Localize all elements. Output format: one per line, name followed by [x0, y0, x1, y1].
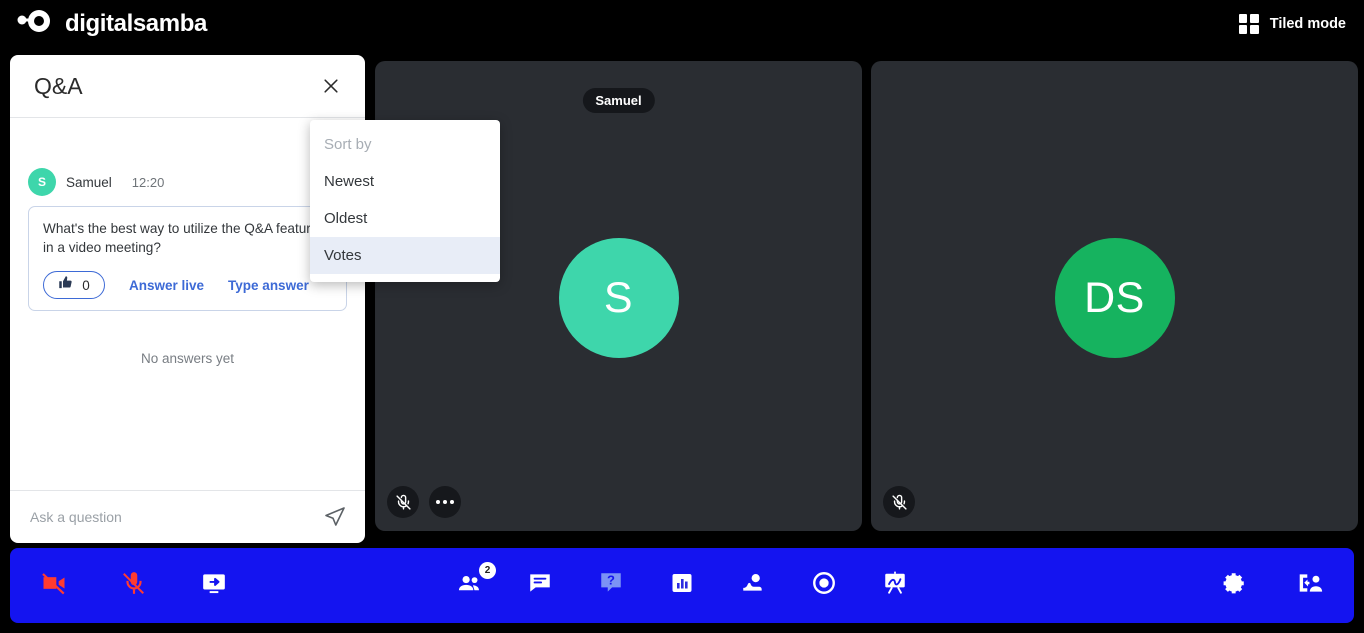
- qa-button[interactable]: ?: [593, 568, 629, 604]
- chat-icon: [527, 570, 553, 601]
- mic-off-icon: [121, 570, 147, 601]
- polls-button[interactable]: [664, 568, 700, 604]
- send-icon[interactable]: [323, 505, 347, 529]
- brand: digitalsamba: [0, 9, 207, 40]
- close-icon[interactable]: [318, 73, 344, 99]
- ask-question-input[interactable]: [28, 508, 323, 526]
- vote-count: 0: [82, 277, 90, 293]
- leave-meeting-icon: [1297, 570, 1323, 601]
- tile-name-badge: Samuel: [582, 88, 655, 113]
- gear-icon: [1221, 570, 1247, 601]
- mic-off-icon[interactable]: [883, 486, 915, 518]
- participants-count-badge: 2: [479, 561, 496, 579]
- qa-question-actions: 0 Answer live Type answer: [43, 271, 332, 299]
- question-bubble-icon: ?: [598, 570, 624, 601]
- participants-icon: [456, 570, 483, 602]
- type-answer-link[interactable]: Type answer: [228, 278, 309, 293]
- bottom-toolbar: 2 ?: [10, 548, 1354, 623]
- tile-controls: [387, 486, 461, 518]
- video-tile-ds[interactable]: DS: [871, 61, 1358, 531]
- qa-question-text: What's the best way to utilize the Q&A f…: [43, 221, 319, 255]
- sort-by-label: Sort by: [324, 136, 372, 153]
- qa-panel-title: Q&A: [34, 72, 83, 99]
- poll-chart-icon: [670, 571, 694, 600]
- record-icon: [811, 570, 837, 601]
- mic-off-icon[interactable]: [387, 486, 419, 518]
- svg-text:?: ?: [607, 573, 615, 588]
- top-bar: digitalsamba Tiled mode: [0, 0, 1364, 48]
- qa-timestamp: 12:20: [131, 174, 165, 190]
- meeting-app: digitalsamba Tiled mode Samuel S DS Q&A …: [0, 0, 1364, 633]
- raise-hand-button[interactable]: [735, 568, 771, 604]
- sort-by-dropdown: Sort by Newest Oldest Votes: [310, 120, 500, 282]
- leave-meeting-button[interactable]: [1292, 568, 1328, 604]
- tiled-mode-label: Tiled mode: [1269, 16, 1346, 32]
- qa-author-name: Samuel: [66, 174, 112, 190]
- avatar: S: [558, 238, 679, 358]
- chat-button[interactable]: [522, 568, 558, 604]
- avatar: S: [28, 168, 56, 196]
- grid-icon: [1238, 14, 1259, 34]
- mic-off-button[interactable]: [116, 568, 152, 604]
- toolbar-center-group: 2 ?: [451, 561, 913, 604]
- raise-hand-icon: [740, 570, 766, 601]
- tile-controls: [883, 486, 915, 518]
- settings-button[interactable]: [1216, 568, 1252, 604]
- avatar: DS: [1054, 238, 1175, 358]
- whiteboard-icon: [882, 570, 908, 601]
- record-button[interactable]: [806, 568, 842, 604]
- qa-input-row: [10, 490, 365, 543]
- qa-question-meta: S Samuel 12:20: [28, 162, 347, 206]
- qa-panel-header: Q&A: [10, 55, 365, 118]
- whiteboard-button[interactable]: [877, 568, 913, 604]
- toolbar-left-group: [10, 568, 232, 604]
- camera-off-button[interactable]: [36, 568, 72, 604]
- camera-off-icon: [40, 569, 68, 602]
- answer-live-link[interactable]: Answer live: [129, 278, 204, 293]
- brand-name: digitalsamba: [65, 10, 207, 37]
- participants-button[interactable]: 2: [451, 561, 496, 604]
- sort-option-newest[interactable]: Newest: [310, 163, 500, 200]
- no-answers-message: No answers yet: [140, 351, 235, 366]
- toolbar-right-group: [1216, 568, 1328, 604]
- sort-option-votes[interactable]: Votes: [310, 237, 500, 274]
- qa-question-card: What's the best way to utilize the Q&A f…: [28, 206, 347, 311]
- sort-option-oldest[interactable]: Oldest: [310, 200, 500, 237]
- upvote-button[interactable]: 0: [43, 271, 105, 299]
- screen-share-button[interactable]: [196, 568, 232, 604]
- thumbs-up-icon: [58, 275, 73, 295]
- tiled-mode-button[interactable]: Tiled mode: [1238, 14, 1364, 34]
- samba-logo-icon: [14, 9, 54, 40]
- more-options-icon[interactable]: [429, 486, 461, 518]
- screen-share-icon: [201, 570, 227, 601]
